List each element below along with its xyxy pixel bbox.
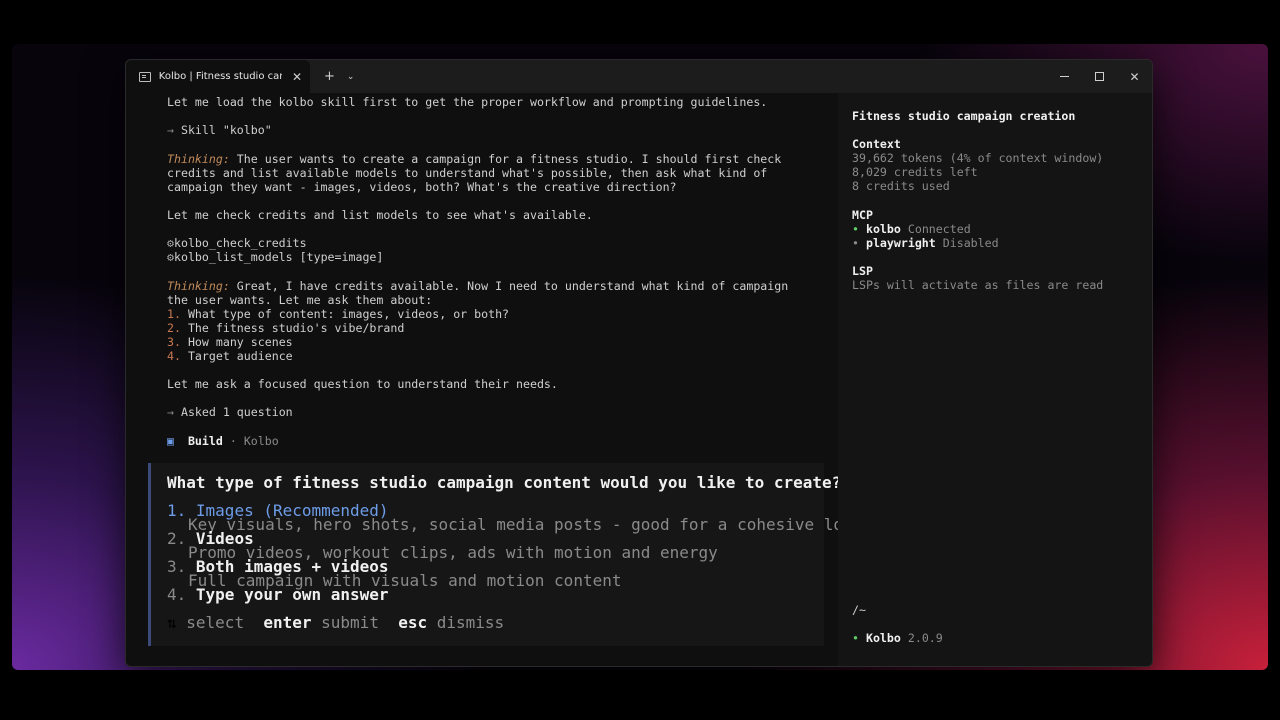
session-sidebar: Fitness studio campaign creation Context… — [838, 93, 1152, 666]
minimize-icon — [1060, 76, 1069, 77]
option-label: Type your own answer — [195, 585, 389, 604]
arrow-icon: → — [167, 405, 174, 419]
check-text: Let me check credits and list models to … — [167, 208, 593, 222]
mcp-heading: MCP — [852, 208, 873, 222]
new-tab-icon[interactable]: + — [324, 69, 335, 84]
close-tab-icon[interactable]: ✕ — [292, 70, 302, 84]
tab-title: Kolbo | Fitness studio campaign creation — [158, 71, 282, 82]
status-dot-icon: • — [852, 222, 859, 236]
question-panel: What type of fitness studio campaign con… — [148, 463, 862, 646]
status-dot-icon: • — [852, 631, 859, 645]
app-version: • Kolbo 2.0.9 — [852, 631, 943, 645]
close-window-button[interactable]: ✕ — [1117, 60, 1152, 93]
build-status: ▣ Build · Kolbo — [167, 434, 279, 448]
thinking-label: Thinking: — [167, 152, 230, 166]
close-icon: ✕ — [1129, 69, 1140, 84]
chevron-down-icon[interactable]: ⌄ — [347, 72, 355, 82]
terminal-icon — [139, 71, 151, 82]
maximize-button[interactable] — [1082, 60, 1117, 93]
esc-key: esc — [398, 613, 428, 632]
build-label: Build — [187, 434, 223, 448]
titlebar: Kolbo | Fitness studio campaign creation… — [126, 60, 1152, 93]
list-item: 4. Target audience — [167, 349, 293, 363]
list-item: 1. What type of content: images, videos,… — [167, 307, 510, 321]
credits-left: 8,029 credits left — [852, 165, 978, 179]
skill-call: → Skill "kolbo" — [167, 123, 272, 137]
status-dot-icon: • — [852, 236, 859, 250]
enter-key: enter — [263, 613, 312, 632]
thinking-2-line-2: the user wants. Let me ask them about: — [167, 293, 433, 307]
list-item: 3. How many scenes — [167, 335, 293, 349]
asked-question: → Asked 1 question — [167, 405, 293, 419]
arrows-icon: ⇅ — [167, 613, 177, 632]
minimize-button[interactable] — [1047, 60, 1082, 93]
option-4[interactable]: 4. Type your own answer — [167, 585, 389, 604]
ask-text: Let me ask a focused question to underst… — [167, 377, 558, 391]
skill-call-text: Skill "kolbo" — [180, 123, 272, 137]
session-title: Fitness studio campaign creation — [852, 109, 1076, 123]
thinking-label: Thinking: — [167, 279, 230, 293]
context-heading: Context — [852, 137, 901, 151]
lsp-heading: LSP — [852, 264, 873, 278]
terminal-window: Kolbo | Fitness studio campaign creation… — [125, 59, 1153, 667]
question-prompt: What type of fitness studio campaign con… — [167, 473, 842, 492]
thinking-1-line-2: credits and list available models to und… — [167, 166, 768, 180]
thinking-2-line-1: Thinking: Great, I have credits availabl… — [167, 279, 789, 293]
gear-icon: ⚙ — [167, 236, 174, 250]
mcp-server-kolbo: • kolbo Connected — [852, 222, 971, 236]
thinking-1-line-1: Thinking: The user wants to create a cam… — [167, 152, 782, 166]
token-count: 39,662 tokens (4% of context window) — [852, 151, 1104, 165]
credits-used: 8 credits used — [852, 179, 950, 193]
thinking-1-line-3: campaign they want - images, videos, bot… — [167, 180, 677, 194]
tool-call-check-credits: ⚙kolbo_check_credits — [167, 236, 307, 250]
key-hints: ⇅ select enter submit esc dismiss — [167, 613, 505, 632]
lsp-status: LSPs will activate as files are read — [852, 278, 1104, 292]
list-item: 2. The fitness studio's vibe/brand — [167, 321, 405, 335]
build-icon: ▣ — [167, 434, 174, 448]
option-description: Key visuals, hero shots, social media po… — [188, 515, 863, 534]
arrow-icon: → — [167, 123, 174, 137]
maximize-icon — [1095, 72, 1104, 81]
working-directory: /~ — [852, 603, 866, 617]
gear-icon: ⚙ — [167, 250, 174, 264]
intro-text: Let me load the kolbo skill first to get… — [167, 95, 768, 109]
tool-call-list-models: ⚙kolbo_list_models [type=image] — [167, 250, 384, 264]
tab-kolbo[interactable]: Kolbo | Fitness studio campaign creation… — [126, 60, 310, 93]
agent-name: Kolbo — [243, 434, 279, 448]
mcp-server-playwright: • playwright Disabled — [852, 236, 999, 250]
